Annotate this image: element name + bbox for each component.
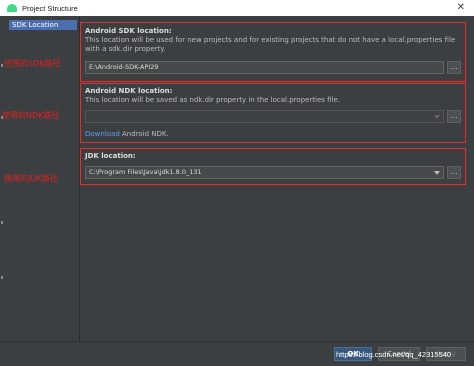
watermark: https://blog.csdn.net/qq_42315540 <box>336 350 452 359</box>
ndk-description: This location will be saved as ndk.dir p… <box>85 96 341 104</box>
sdk-browse-button[interactable]: ... <box>447 61 461 74</box>
jdk-path-field[interactable]: C:\Program Files\Java\jdk1.8.0_131 <box>85 166 444 179</box>
jdk-annotation: 使用的JDK路径 <box>4 174 58 183</box>
window-title: Project Structure <box>22 3 78 13</box>
ndk-section-title: Android NDK location: <box>85 87 173 95</box>
sdk-annotation: 使用的SDK路径 <box>4 59 61 68</box>
edge-marker <box>1 276 3 279</box>
download-ndk-text: Download Android NDK. <box>85 130 169 138</box>
sidebar-item-sdk-location[interactable]: SDK Location <box>9 20 77 30</box>
dialog-button-bar: OK Cancel Apply https://blog.csdn.net/qq… <box>0 341 474 366</box>
window-titlebar: Project Structure ✕ <box>0 0 474 16</box>
ndk-annotation: 使用的NDK路径 <box>2 111 60 120</box>
edge-marker <box>1 221 3 224</box>
sdk-description: This location will be used for new proje… <box>85 36 456 53</box>
jdk-dropdown-arrow-icon[interactable] <box>434 171 440 175</box>
ndk-path-field[interactable] <box>85 110 444 123</box>
sdk-path-field[interactable]: E:\Android-SDK-API29 <box>85 61 444 74</box>
close-icon[interactable]: ✕ <box>457 2 465 13</box>
download-ndk-suffix: Android NDK. <box>119 130 169 138</box>
ndk-dropdown-arrow-icon[interactable] <box>434 115 440 119</box>
jdk-browse-button[interactable]: ... <box>447 166 461 179</box>
download-ndk-link[interactable]: Download <box>85 130 120 138</box>
sdk-section-title: Android SDK location: <box>85 27 172 35</box>
ndk-browse-button[interactable]: ... <box>447 110 461 123</box>
edge-marker <box>1 64 3 67</box>
jdk-section-title: JDK location: <box>85 152 136 160</box>
android-studio-icon <box>7 4 17 12</box>
